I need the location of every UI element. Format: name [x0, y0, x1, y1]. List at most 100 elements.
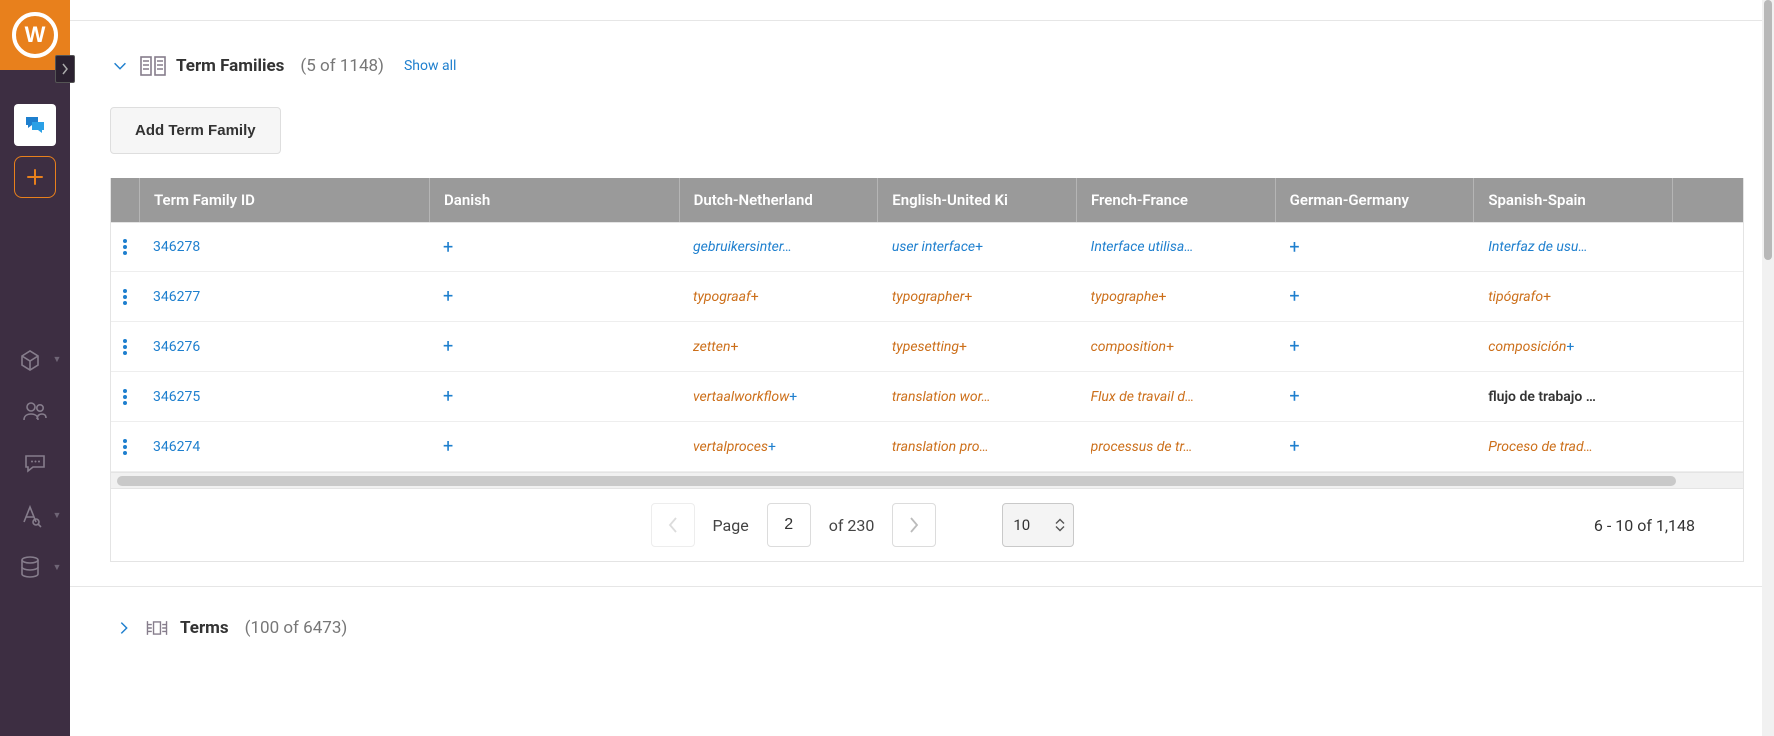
stepper-arrows-icon	[1055, 519, 1065, 532]
add-term-plus[interactable]: +	[443, 237, 453, 258]
term-link[interactable]: vertalproces+	[693, 439, 776, 455]
section-title: Term Families	[176, 56, 284, 76]
terms-title: Terms	[180, 618, 229, 638]
row-menu-kebab-icon[interactable]	[115, 433, 135, 461]
term-family-id-link[interactable]: 346275	[153, 389, 200, 405]
term-link[interactable]: flujo de trabajo …	[1488, 389, 1596, 405]
sidebar: W ▼	[0, 0, 70, 736]
add-term-plus[interactable]: +	[1289, 436, 1299, 457]
table-cell: Flux de travail d…	[1077, 372, 1276, 421]
table-cell: +	[1275, 223, 1474, 271]
term-link[interactable]: gebruikersinter…	[693, 239, 792, 255]
table-cell: Interfaz de usu…	[1474, 223, 1673, 271]
term-family-id-cell: 346274	[139, 422, 429, 471]
row-menu-kebab-icon[interactable]	[115, 383, 135, 411]
caret-down-icon: ▼	[53, 354, 62, 365]
table-cell: +	[429, 272, 679, 321]
next-page-button[interactable]	[892, 503, 936, 547]
add-term-plus[interactable]: +	[1289, 286, 1299, 307]
table-cell: +	[1275, 372, 1474, 421]
pagination-range-label: 6 - 10 of 1,148	[1594, 516, 1723, 535]
col-danish[interactable]: Danish	[430, 178, 680, 222]
col-term-family-id[interactable]: Term Family ID	[140, 178, 430, 222]
nav-chat[interactable]	[14, 104, 56, 146]
add-term-plus[interactable]: +	[443, 336, 453, 357]
term-link[interactable]: composition+	[1091, 339, 1174, 355]
term-link[interactable]: Proceso de trad…	[1488, 439, 1593, 455]
row-actions-cell	[111, 372, 139, 421]
term-link[interactable]: typographer+	[892, 289, 972, 305]
hscroll-thumb[interactable]	[117, 476, 1676, 486]
col-english[interactable]: English-United Ki	[878, 178, 1077, 222]
scrollbar-thumb[interactable]	[1764, 0, 1772, 260]
add-term-plus[interactable]: +	[443, 436, 453, 457]
term-link[interactable]: typograaf+	[693, 289, 759, 305]
table-cell: flujo de trabajo …	[1474, 372, 1673, 421]
table-cell: translation pro…	[878, 422, 1077, 471]
page-of-label: of 230	[829, 516, 875, 535]
collapse-toggle[interactable]	[110, 56, 130, 76]
term-link[interactable]: Interface utilisa…	[1091, 239, 1194, 255]
col-handle	[111, 178, 140, 222]
term-link[interactable]: translation wor…	[892, 389, 991, 405]
nav-add[interactable]	[14, 156, 56, 198]
page-label: Page	[713, 516, 749, 535]
main-content: Term Families (5 of 1148) Show all Add T…	[70, 0, 1774, 736]
terms-icon	[144, 615, 170, 641]
row-menu-kebab-icon[interactable]	[115, 283, 135, 311]
show-all-link[interactable]: Show all	[404, 58, 456, 74]
term-link[interactable]: Flux de travail d…	[1091, 389, 1195, 405]
nav-font-wrap[interactable]: ▼	[9, 494, 62, 536]
table-cell: +	[1275, 322, 1474, 371]
term-family-id-link[interactable]: 346276	[153, 339, 200, 355]
term-link[interactable]: zetten+	[693, 339, 738, 355]
nav-comment[interactable]	[14, 442, 56, 484]
col-dutch[interactable]: Dutch-Netherland	[680, 178, 879, 222]
add-term-plus[interactable]: +	[1289, 386, 1299, 407]
caret-down-icon: ▼	[53, 510, 62, 521]
pagination-controls: Page of 230 10	[131, 503, 1594, 547]
term-link[interactable]: composición+	[1488, 339, 1574, 355]
term-link[interactable]: tipógrafo+	[1488, 289, 1551, 305]
add-term-plus[interactable]: +	[443, 286, 453, 307]
page-number-input[interactable]	[767, 503, 811, 547]
nav-box-wrap[interactable]: ▼	[9, 338, 62, 380]
col-spanish[interactable]: Spanish-Spain	[1474, 178, 1673, 222]
row-menu-kebab-icon[interactable]	[115, 233, 135, 261]
scrollbar-horizontal[interactable]	[110, 473, 1744, 489]
term-link[interactable]: user interface+	[892, 239, 983, 255]
term-link[interactable]: vertaalworkflow+	[693, 389, 797, 405]
table-cell: +	[1275, 422, 1474, 471]
term-families-table: Term Family ID Danish Dutch-Netherland E…	[110, 178, 1744, 473]
term-families-icon	[140, 53, 166, 79]
term-family-id-link[interactable]: 346277	[153, 289, 200, 305]
add-term-family-button[interactable]: Add Term Family	[110, 107, 281, 154]
section-header: Term Families (5 of 1148) Show all	[110, 53, 1744, 79]
table-cell: +	[429, 322, 679, 371]
scrollbar-vertical[interactable]	[1762, 0, 1774, 736]
add-term-plus[interactable]: +	[1289, 336, 1299, 357]
table-cell: +	[429, 422, 679, 471]
table-cell: processus de tr…	[1077, 422, 1276, 471]
term-family-id-link[interactable]: 346278	[153, 239, 200, 255]
table-cell: gebruikersinter…	[679, 223, 878, 271]
term-family-id-link[interactable]: 346274	[153, 439, 200, 455]
add-term-plus[interactable]: +	[443, 386, 453, 407]
term-link[interactable]: processus de tr…	[1091, 439, 1193, 455]
terms-expand-toggle[interactable]	[114, 618, 134, 638]
row-menu-kebab-icon[interactable]	[115, 333, 135, 361]
term-link[interactable]: typographe+	[1091, 289, 1167, 305]
tail-cell	[1673, 322, 1743, 371]
prev-page-button[interactable]	[651, 503, 695, 547]
page-size-select[interactable]: 10	[1002, 503, 1074, 547]
col-german[interactable]: German-Germany	[1276, 178, 1475, 222]
term-link[interactable]: Interfaz de usu…	[1488, 239, 1587, 255]
term-link[interactable]: translation pro…	[892, 439, 989, 455]
col-french[interactable]: French-France	[1077, 178, 1276, 222]
term-link[interactable]: typesetting+	[892, 339, 967, 355]
table-cell: typograaf+	[679, 272, 878, 321]
nav-database-wrap[interactable]: ▼	[9, 546, 62, 588]
sidebar-expand-handle[interactable]	[55, 55, 75, 83]
add-term-plus[interactable]: +	[1289, 237, 1299, 258]
nav-users[interactable]	[14, 390, 56, 432]
